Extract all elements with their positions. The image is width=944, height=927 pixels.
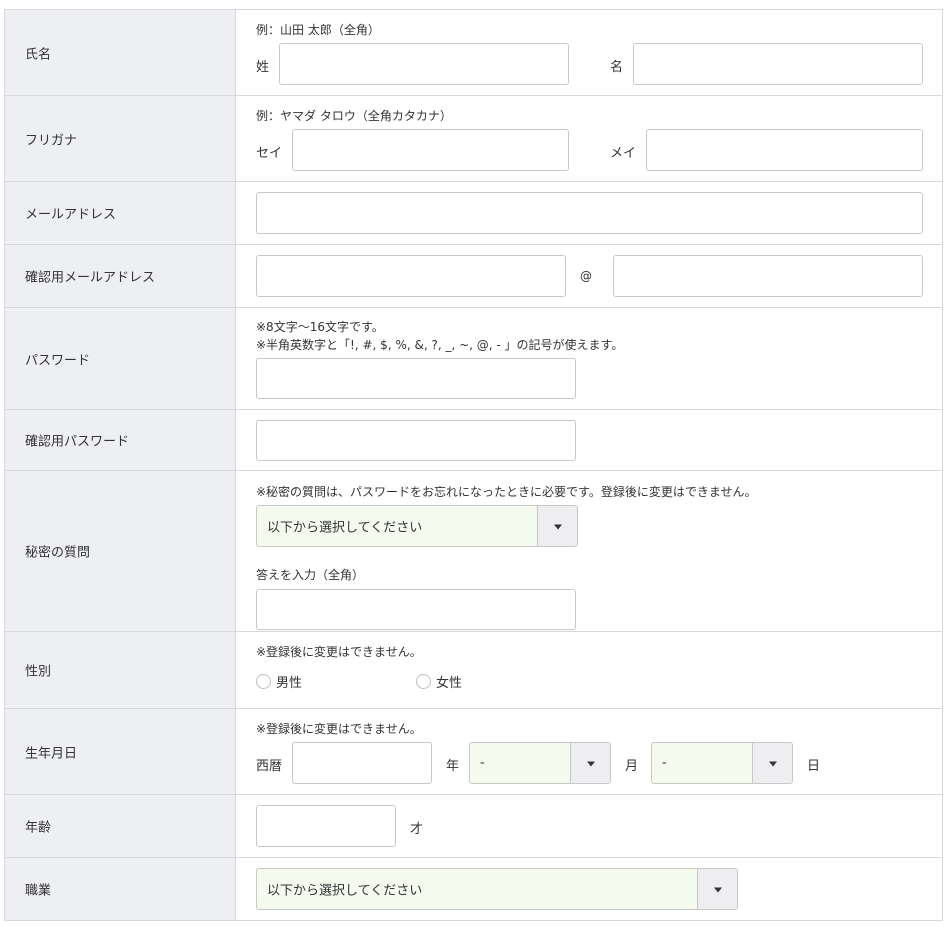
- caret-down-icon: [768, 761, 777, 767]
- birthday-note: ※登録後に変更はできません。: [256, 722, 422, 736]
- row-content-password-confirm: [236, 410, 942, 470]
- row-occupation: 職業 以下から選択してください: [4, 858, 943, 921]
- label-gender: 性別: [25, 664, 52, 680]
- radio-circle-icon: [416, 674, 431, 689]
- sei-input[interactable]: [292, 129, 569, 171]
- mei-label: メイ: [610, 146, 637, 161]
- birth-day-caret-button[interactable]: [752, 743, 792, 783]
- row-label-occupation: 職業: [5, 858, 236, 920]
- row-email: メールアドレス: [4, 182, 943, 245]
- password-confirm-input[interactable]: [256, 420, 576, 461]
- email-confirm-local-input[interactable]: [256, 255, 566, 297]
- label-birthday: 生年月日: [25, 746, 78, 761]
- secret-answer-label: 答えを入力（全角）: [256, 568, 365, 582]
- row-furigana: フリガナ 例：ヤマダ タロウ（全角カタカナ） セイ メイ: [4, 96, 943, 182]
- row-name: 氏名 例：山田 太郎（全角） 姓 名: [4, 10, 943, 96]
- gender-radio-male[interactable]: 男性: [256, 672, 302, 691]
- gender-note: ※登録後に変更はできません。: [256, 645, 422, 659]
- row-content-name: 例：山田 太郎（全角） 姓 名: [236, 10, 942, 95]
- row-label-password: パスワード: [5, 308, 236, 409]
- age-input[interactable]: [256, 805, 396, 847]
- sei-label: セイ: [256, 146, 283, 161]
- row-content-occupation: 以下から選択してください: [236, 858, 942, 920]
- row-content-furigana: 例：ヤマダ タロウ（全角カタカナ） セイ メイ: [236, 96, 942, 181]
- row-content-birthday: ※登録後に変更はできません。 西暦 年 - 月 - 日: [236, 709, 942, 794]
- secret-question-select[interactable]: 以下から選択してください: [256, 505, 578, 547]
- label-occupation: 職業: [25, 883, 52, 899]
- row-label-email-confirm: 確認用メールアドレス: [5, 245, 236, 307]
- row-label-furigana: フリガナ: [5, 96, 236, 181]
- label-furigana: フリガナ: [25, 133, 78, 148]
- name-example: 例：山田 太郎（全角）: [256, 23, 380, 37]
- label-password: パスワード: [25, 353, 91, 368]
- row-label-name: 氏名: [5, 10, 236, 95]
- row-secret-question: 秘密の質問 ※秘密の質問は、パスワードをお忘れになったときに必要です。登録後に変…: [4, 471, 943, 632]
- row-content-secret: ※秘密の質問は、パスワードをお忘れになったときに必要です。登録後に変更はできませ…: [236, 471, 942, 631]
- furigana-example: 例：ヤマダ タロウ（全角カタカナ）: [256, 109, 452, 123]
- row-label-password-confirm: 確認用パスワード: [5, 410, 236, 470]
- year-label: 年: [446, 759, 460, 774]
- label-age: 年齢: [25, 820, 52, 836]
- row-password-confirm: 確認用パスワード: [4, 410, 943, 471]
- password-input[interactable]: [256, 358, 576, 399]
- row-content-email-confirm: @: [236, 245, 942, 307]
- row-content-age: 才: [236, 795, 942, 857]
- row-content-gender: ※登録後に変更はできません。 男性 女性: [236, 632, 942, 708]
- secret-note: ※秘密の質問は、パスワードをお忘れになったときに必要です。登録後に変更はできませ…: [256, 485, 757, 499]
- era-label: 西暦: [256, 759, 283, 774]
- birth-year-input[interactable]: [292, 742, 432, 784]
- day-label: 日: [807, 759, 821, 774]
- row-content-password: ※8文字～16文字です。 ※半角英数字と「!, #, $, %, &, ?, _…: [236, 308, 942, 409]
- birth-month-value: -: [480, 755, 485, 771]
- row-birthday: 生年月日 ※登録後に変更はできません。 西暦 年 - 月 - 日: [4, 709, 943, 795]
- row-age: 年齢 才: [4, 795, 943, 858]
- age-unit: 才: [410, 822, 424, 837]
- label-secret: 秘密の質問: [25, 545, 91, 561]
- occupation-value: 以下から選択してください: [267, 883, 423, 899]
- first-name-label: 名: [610, 60, 624, 75]
- row-label-email: メールアドレス: [5, 182, 236, 244]
- last-name-input[interactable]: [279, 43, 569, 85]
- row-label-gender: 性別: [5, 632, 236, 708]
- row-label-secret: 秘密の質問: [5, 471, 236, 631]
- label-password-confirm: 確認用パスワード: [25, 434, 130, 450]
- secret-question-value: 以下から選択してください: [267, 520, 423, 536]
- row-label-birthday: 生年月日: [5, 709, 236, 794]
- occupation-select[interactable]: 以下から選択してください: [256, 868, 738, 910]
- row-content-email: [236, 182, 942, 244]
- password-note-symbols: ※半角英数字と「!, #, $, %, &, ?, _, ~, @, - 」の記…: [256, 338, 624, 352]
- month-label: 月: [625, 759, 639, 774]
- birth-day-value: -: [662, 755, 667, 771]
- occupation-caret-button[interactable]: [697, 869, 737, 909]
- birth-month-caret-button[interactable]: [570, 743, 610, 783]
- caret-down-icon: [713, 887, 722, 893]
- caret-down-icon: [553, 524, 562, 530]
- row-gender: 性別 ※登録後に変更はできません。 男性 女性: [4, 632, 943, 709]
- label-email-confirm: 確認用メールアドレス: [25, 270, 156, 286]
- gender-radio-female[interactable]: 女性: [416, 672, 462, 691]
- password-note-length: ※8文字～16文字です。: [256, 320, 384, 334]
- gender-female-label: 女性: [436, 676, 463, 691]
- registration-form: 氏名 例：山田 太郎（全角） 姓 名 フリガナ 例：ヤマダ タロウ（全角カタカナ…: [4, 9, 943, 921]
- first-name-input[interactable]: [633, 43, 923, 85]
- row-password: パスワード ※8文字～16文字です。 ※半角英数字と「!, #, $, %, &…: [4, 308, 943, 410]
- mei-input[interactable]: [646, 129, 923, 171]
- caret-down-icon: [586, 761, 595, 767]
- email-confirm-domain-input[interactable]: [613, 255, 923, 297]
- row-label-age: 年齢: [5, 795, 236, 857]
- birth-month-select[interactable]: -: [469, 742, 611, 784]
- label-name: 氏名: [25, 47, 52, 62]
- label-email: メールアドレス: [25, 207, 117, 223]
- secret-question-caret-button[interactable]: [537, 506, 577, 546]
- radio-circle-icon: [256, 674, 271, 689]
- secret-answer-input[interactable]: [256, 589, 576, 630]
- row-email-confirm: 確認用メールアドレス @: [4, 245, 943, 308]
- email-input[interactable]: [256, 192, 923, 234]
- birth-day-select[interactable]: -: [651, 742, 793, 784]
- at-sign: @: [580, 269, 592, 283]
- last-name-label: 姓: [256, 60, 270, 75]
- gender-male-label: 男性: [276, 676, 303, 691]
